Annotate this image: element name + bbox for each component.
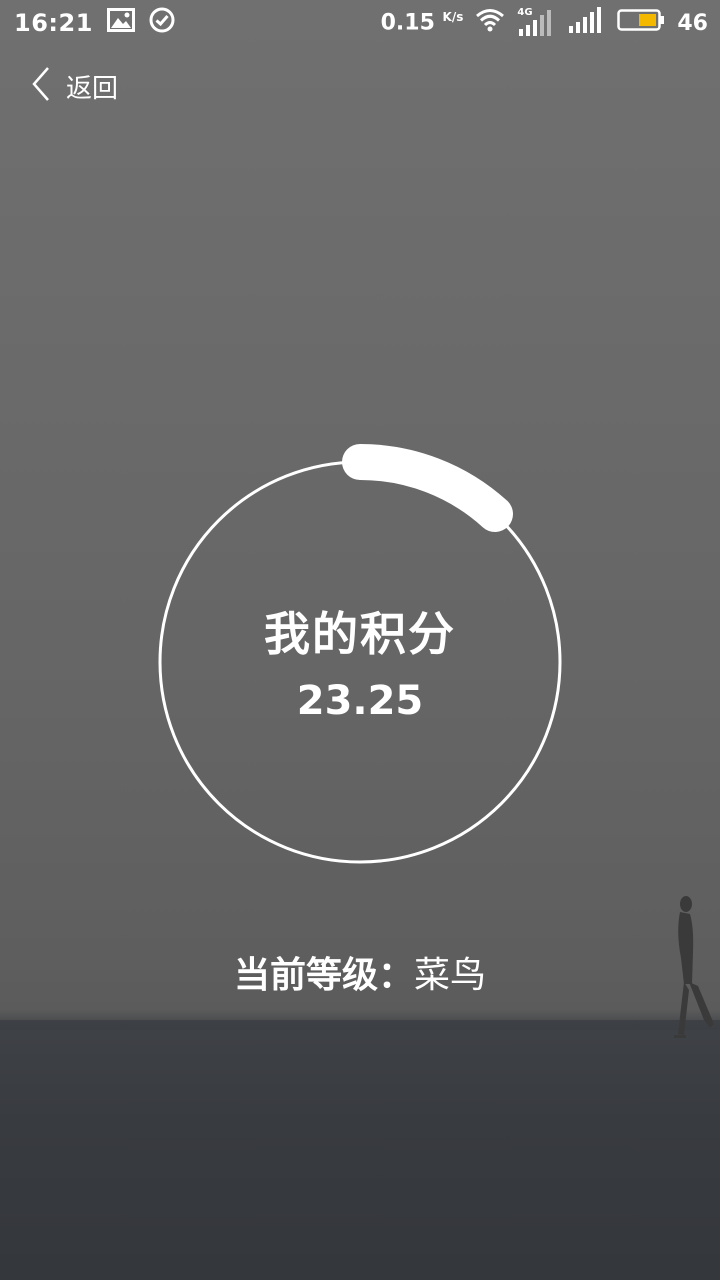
signal-4g-icon: 4G <box>517 7 555 37</box>
status-time: 16:21 <box>14 9 93 37</box>
status-bar-right: 0.15 K/s 4G 46 <box>381 0 708 46</box>
ground-background <box>0 1020 720 1280</box>
back-label: 返回 <box>66 73 119 104</box>
score-value: 23.25 <box>296 678 424 724</box>
level-label: 当前等级： <box>233 955 414 996</box>
walking-person-silhouette <box>670 892 720 1040</box>
image-icon <box>106 8 135 38</box>
net-speed-unit: K/s <box>442 10 464 25</box>
signal-icon <box>567 6 605 40</box>
back-button[interactable]: 返回 <box>28 64 118 108</box>
current-level: 当前等级：菜鸟 <box>0 946 720 998</box>
score-title: 我的积分 <box>264 607 456 661</box>
battery-icon <box>617 8 665 38</box>
status-bar: 16:21 0.15 K/s 4G 46 <box>0 0 720 46</box>
wifi-icon <box>475 8 505 38</box>
battery-percent: 46 <box>677 10 708 36</box>
net-speed: 0.15 K/s <box>381 10 464 35</box>
net-speed-value: 0.15 <box>380 10 435 36</box>
level-value: 菜鸟 <box>414 955 487 996</box>
check-circle-icon <box>149 7 175 39</box>
chevron-left-icon <box>28 64 52 108</box>
status-bar-left: 16:21 <box>14 0 175 46</box>
ground-edge <box>0 1010 720 1030</box>
